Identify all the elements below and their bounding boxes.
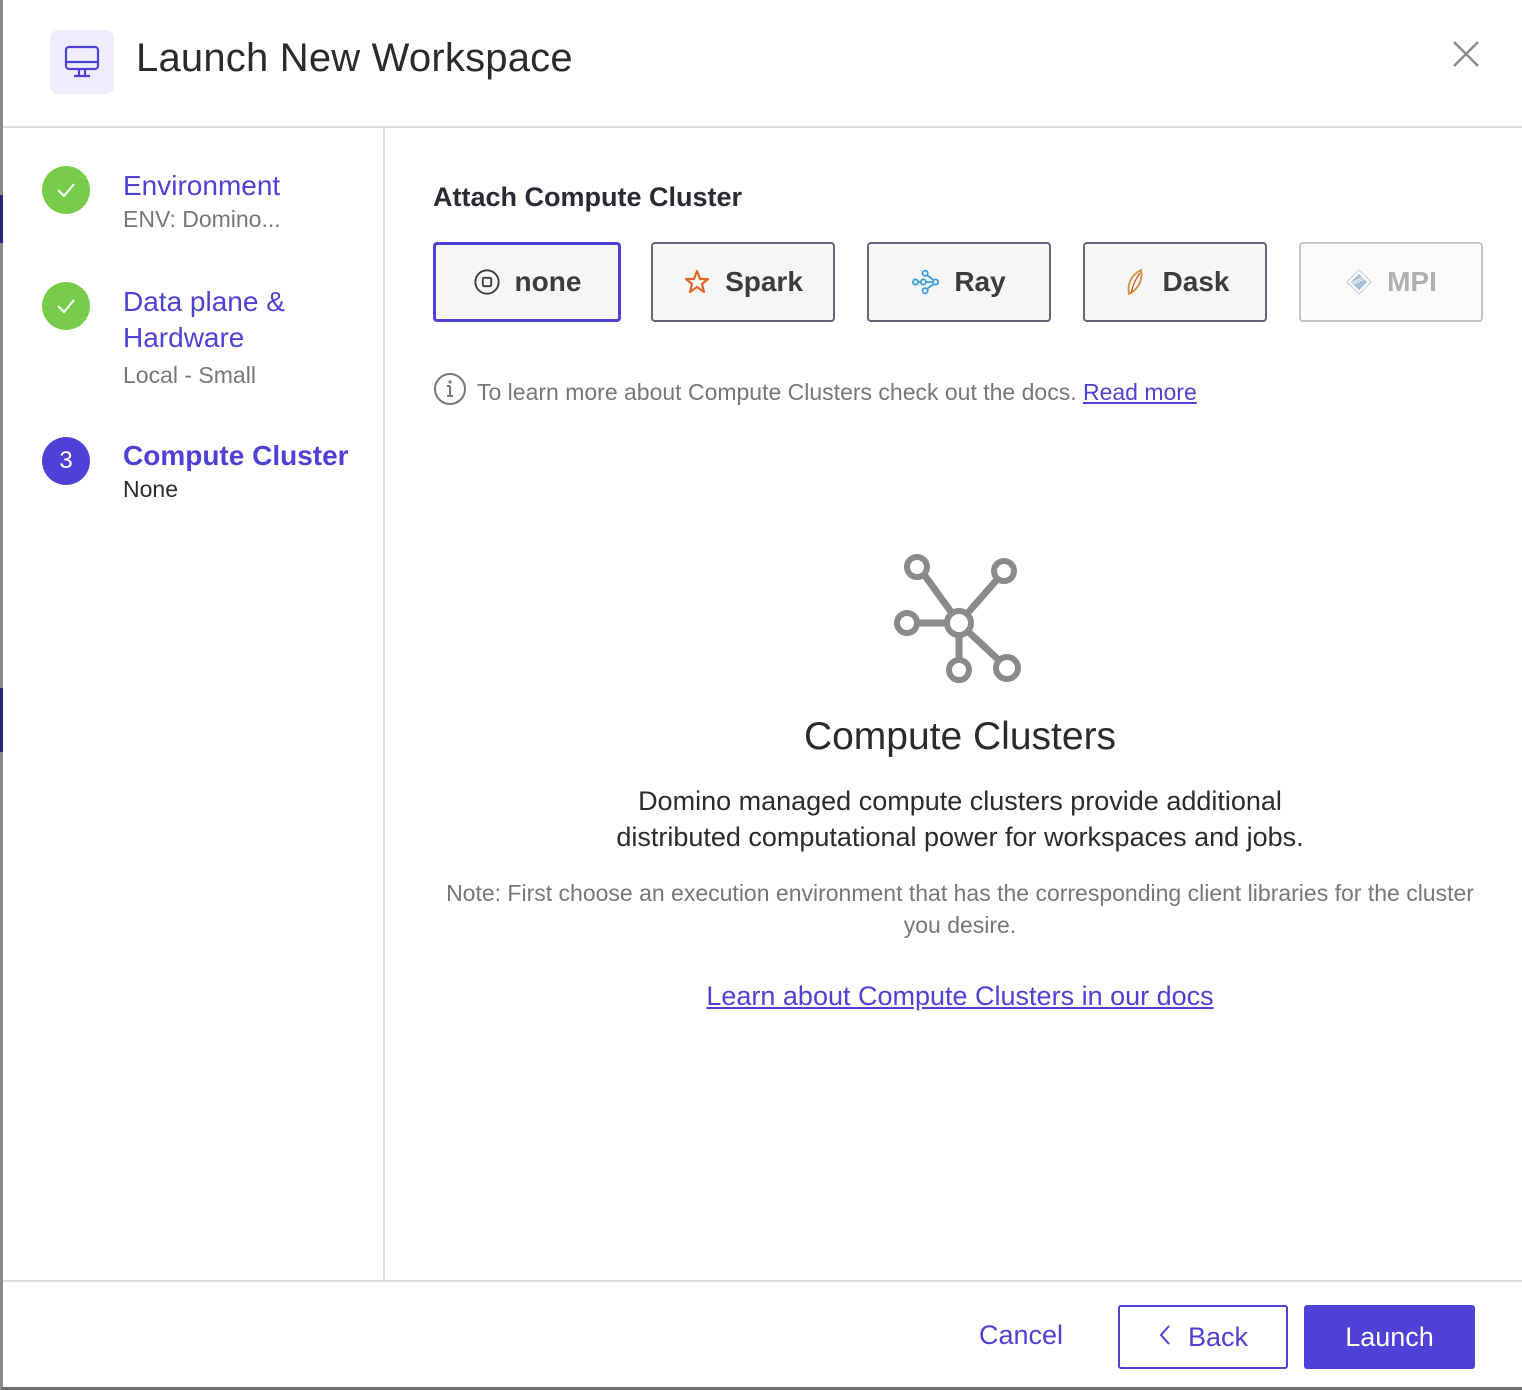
info-text: To learn more about Compute Clusters che… — [477, 379, 1197, 406]
section-title: Attach Compute Cluster — [433, 182, 743, 212]
cluster-option-ray[interactable]: Ray — [867, 242, 1051, 322]
cancel-button[interactable]: Cancel — [979, 1320, 1063, 1351]
step-subtitle: ENV: Domino... — [123, 206, 281, 232]
step-subtitle: None — [123, 476, 178, 502]
empty-state-title: Compute Clusters — [803, 715, 1117, 758]
step-title: Data plane & Hardware — [123, 286, 285, 353]
cluster-network-icon — [894, 554, 1021, 683]
step-number-badge: 3 — [42, 437, 90, 485]
dask-leaf-icon — [1121, 268, 1149, 296]
empty-state-description: Domino managed compute clusters provide … — [433, 783, 1487, 855]
info-message: To learn more about Compute Clusters che… — [433, 372, 1197, 412]
back-button-label: Back — [1187, 1321, 1249, 1352]
cluster-option-spark[interactable]: Spark — [651, 242, 835, 322]
step-subtitle: Local - Small — [123, 362, 256, 388]
ray-nodes-icon — [912, 268, 940, 296]
check-icon — [42, 166, 90, 214]
mpi-diamond-icon — [1345, 268, 1373, 296]
empty-state-description-text: Domino managed compute clusters provide … — [616, 786, 1304, 852]
cluster-option-label: Ray — [954, 266, 1006, 297]
monitor-icon — [50, 30, 114, 94]
step-title: Environment — [123, 170, 281, 201]
modal-title: Launch New Workspace — [136, 36, 573, 80]
launch-button[interactable]: Launch — [1304, 1305, 1475, 1369]
cluster-option-label: Dask — [1162, 266, 1230, 297]
read-more-link[interactable]: Read more — [1083, 379, 1197, 405]
modal-footer: Cancel Back Launch — [3, 1280, 1522, 1389]
check-icon — [42, 282, 90, 330]
info-text-content: To learn more about Compute Clusters che… — [477, 378, 1077, 405]
learn-docs-link[interactable]: Learn about Compute Clusters in our docs — [706, 981, 1213, 1012]
cluster-option-label: none — [514, 266, 582, 297]
back-button[interactable]: Back — [1118, 1305, 1288, 1369]
cluster-option-mpi: MPI — [1299, 242, 1483, 322]
launch-workspace-modal: Launch New Workspace Environment ENV: Do… — [0, 0, 1522, 1390]
close-icon[interactable] — [1450, 38, 1482, 70]
main-content: Attach Compute Cluster none Spark Ray Da… — [385, 128, 1522, 1280]
step-title: Compute Cluster — [123, 440, 349, 471]
stepper-sidebar: Environment ENV: Domino... Data plane & … — [3, 128, 385, 1280]
cluster-option-label: MPI — [1387, 266, 1437, 297]
empty-state-note: Note: First choose an execution environm… — [446, 880, 1474, 938]
cluster-option-none[interactable]: none — [433, 242, 621, 322]
cluster-option-dask[interactable]: Dask — [1083, 242, 1267, 322]
stop-circle-icon — [473, 268, 501, 296]
chevron-left-icon — [1158, 1322, 1172, 1353]
spark-star-icon — [683, 268, 711, 296]
info-icon — [433, 372, 467, 412]
modal-header: Launch New Workspace — [3, 0, 1522, 128]
empty-state: Compute Clusters Domino managed compute … — [433, 553, 1487, 1012]
cluster-option-label: Spark — [725, 266, 803, 297]
